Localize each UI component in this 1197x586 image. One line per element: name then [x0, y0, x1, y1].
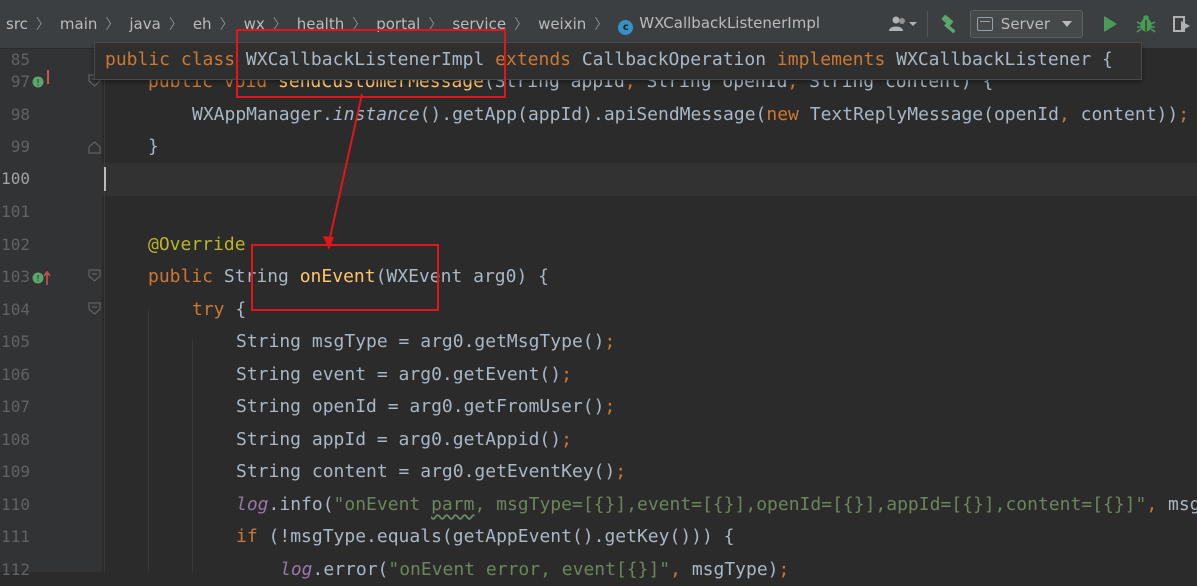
line-number: 104	[0, 294, 30, 327]
chevron-right-icon: 〉	[588, 14, 616, 34]
code-line[interactable]: 109 String content = arg0.getEventKey();	[0, 456, 1197, 489]
chevron-right-icon: 〉	[99, 14, 127, 34]
line-number: 111	[0, 521, 30, 554]
code-line[interactable]: 106 String event = arg0.getEvent();	[0, 359, 1197, 392]
line-number: 109	[0, 456, 30, 489]
fold-marker-icon[interactable]	[88, 302, 101, 315]
line-number: 103	[0, 261, 30, 294]
user-dropdown-icon	[888, 15, 918, 33]
line-number: 107	[0, 391, 30, 424]
code-line[interactable]: 98 WXAppManager.instance().getApp(appId)…	[0, 99, 1197, 132]
code-line[interactable]: 103 ! public String onEvent(WXEvent arg0…	[0, 261, 1197, 294]
code-line[interactable]: 105 String msgType = arg0.getMsgType();	[0, 326, 1197, 359]
code-line[interactable]: 112 log.error("onEvent error, event[{}]"…	[0, 554, 1197, 586]
code-text: String openId = arg0.getFromUser();	[236, 391, 615, 424]
user-dropdown-button[interactable]	[885, 9, 921, 39]
line-number: 101	[0, 196, 30, 229]
breadcrumb-item-main[interactable]: main	[58, 15, 99, 33]
code-line[interactable]: 111 if (!msgType.equals(getAppEvent().ge…	[0, 521, 1197, 554]
code-line[interactable]: 108 String appId = arg0.getAppid();	[0, 424, 1197, 457]
breadcrumb-item-java[interactable]: java	[127, 15, 162, 33]
line-number: 112	[0, 554, 30, 586]
line-number: 105	[0, 326, 30, 359]
code-text: if (!msgType.equals(getAppEvent().getKey…	[236, 521, 735, 554]
run-configuration-select[interactable]: Server	[970, 10, 1083, 38]
run-icon	[1102, 15, 1118, 33]
code-text: @Override	[148, 229, 246, 262]
breadcrumb-item-current-class[interactable]: c WXCallbackListenerImpl	[616, 14, 822, 35]
text-cursor	[104, 167, 106, 191]
code-text: }	[148, 131, 159, 164]
chevron-right-icon: 〉	[163, 14, 191, 34]
method-name-highlight	[251, 244, 439, 311]
change-marker	[47, 70, 49, 84]
code-text: WXAppManager.instance().getApp(appId).ap…	[192, 99, 1189, 132]
debug-button[interactable]	[1131, 9, 1161, 39]
line-number: 110	[0, 489, 30, 522]
build-button[interactable]	[936, 9, 964, 39]
run-button[interactable]	[1095, 9, 1125, 39]
run-toolbar: Server	[885, 0, 1197, 48]
class-name-highlight	[236, 29, 506, 98]
code-line[interactable]: 110 log.info("onEvent parm, msgType=[{}]…	[0, 489, 1197, 522]
debug-icon	[1136, 14, 1156, 34]
code-editor[interactable]: 97 ! public void sendCustomerMessage(Str…	[0, 49, 1197, 572]
chevron-right-icon: 〉	[30, 14, 58, 34]
line-number: 108	[0, 424, 30, 457]
code-text: String content = arg0.getEventKey();	[236, 456, 626, 489]
hammer-icon	[939, 14, 961, 34]
server-config-icon	[977, 17, 993, 31]
code-text: log.info("onEvent parm, msgType=[{}],eve…	[236, 489, 1197, 522]
chevron-down-icon	[1062, 21, 1072, 27]
coverage-icon	[1172, 14, 1192, 34]
fold-marker-icon[interactable]	[88, 269, 101, 282]
breadcrumb-current-label: WXCallbackListenerImpl	[639, 14, 820, 32]
line-number: 100	[0, 163, 30, 196]
code-text: log.error("onEvent error, event[{}]", ms…	[280, 554, 789, 586]
class-icon: c	[618, 20, 633, 35]
run-configuration-label: Server	[1001, 15, 1050, 33]
code-line[interactable]: 107 String openId = arg0.getFromUser();	[0, 391, 1197, 424]
line-number: 102	[0, 229, 30, 262]
sticky-header-line-number: 85	[0, 42, 30, 78]
svg-text:!: !	[36, 275, 40, 285]
code-line[interactable]: 99 }	[0, 131, 1197, 164]
run-with-coverage-button[interactable]	[1167, 9, 1197, 39]
line-number: 106	[0, 359, 30, 392]
implementing-method-icon[interactable]: !	[32, 75, 46, 89]
code-line[interactable]: 101	[0, 196, 1197, 229]
code-line[interactable]: 102 @Override	[0, 229, 1197, 262]
code-text: try {	[192, 294, 246, 327]
overriding-method-icon[interactable]: !	[32, 270, 52, 286]
line-number: 98	[0, 99, 30, 132]
svg-text:!: !	[36, 79, 40, 89]
code-text: String appId = arg0.getAppid();	[236, 424, 572, 457]
breadcrumb-item-weixin[interactable]: weixin	[536, 15, 588, 33]
breadcrumb-item-eh[interactable]: eh	[191, 15, 214, 33]
code-text: String event = arg0.getEvent();	[236, 359, 572, 392]
line-number: 99	[0, 131, 30, 164]
chevron-right-icon: 〉	[508, 14, 536, 34]
breadcrumb-item-src[interactable]: src	[4, 15, 30, 33]
code-line-current[interactable]: 100	[0, 163, 1197, 196]
fold-end-marker-icon[interactable]	[88, 141, 101, 154]
code-text: String msgType = arg0.getMsgType();	[236, 326, 615, 359]
code-line[interactable]: 104 try {	[0, 294, 1197, 327]
